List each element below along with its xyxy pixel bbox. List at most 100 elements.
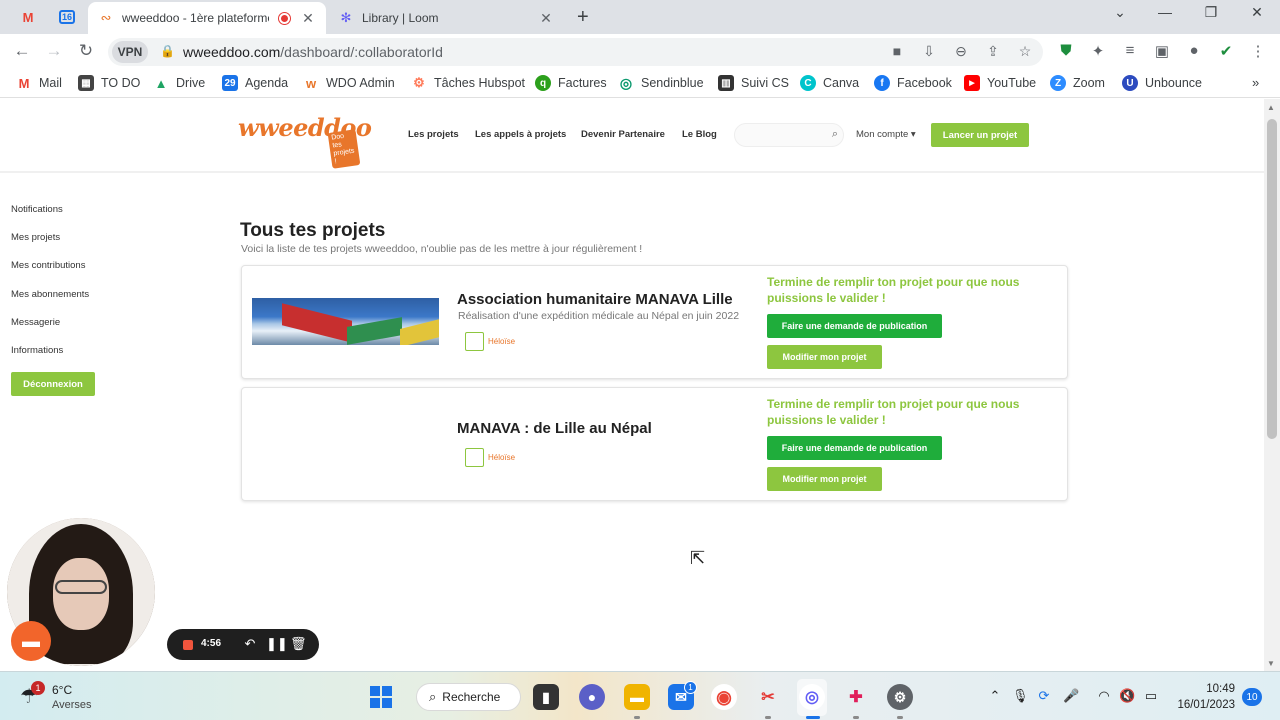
wweeddoo-favicon-icon: ∾	[100, 10, 112, 25]
bookmark-zoom[interactable]: Z Zoom	[1050, 75, 1105, 91]
chrome-profile-icon[interactable]: ◎	[799, 684, 825, 710]
share-icon[interactable]: ⇪	[984, 43, 1002, 60]
bookmark-drive[interactable]: ▲ Drive	[153, 75, 206, 91]
tab-search-icon[interactable]: ⌄	[1108, 4, 1132, 21]
site-header: wweeddoo Doo tes projets ! Les projets L…	[0, 99, 1264, 173]
nav-blog[interactable]: Le Blog	[682, 129, 717, 140]
side-panel-icon[interactable]: ▣	[1152, 42, 1172, 60]
mic-in-use-icon[interactable]: 🎤	[1063, 688, 1079, 704]
sidebar-item-subscriptions[interactable]: Mes abonnements	[11, 289, 89, 300]
nav-become-partner[interactable]: Devenir Partenaire	[581, 129, 665, 140]
back-icon[interactable]: ←	[11, 41, 33, 61]
slack-icon[interactable]: ✚	[843, 684, 869, 710]
bookmark-factures[interactable]: q Factures	[535, 75, 607, 91]
volume-muted-icon[interactable]: 🔇	[1119, 688, 1135, 704]
install-icon[interactable]: ⇩	[920, 43, 938, 60]
microphone-icon[interactable]: 🎙	[1012, 688, 1029, 704]
bookmark-youtube[interactable]: ▶ YouTube	[964, 75, 1036, 91]
task-view-icon[interactable]: ▮	[533, 684, 559, 710]
project-title[interactable]: Association humanitaire MANAVA Lille	[457, 291, 733, 308]
more-bookmarks-icon[interactable]: »	[1252, 75, 1259, 90]
nav-projects[interactable]: Les projets	[408, 129, 459, 140]
account-menu[interactable]: Mon compte ▾	[856, 129, 916, 140]
sidebar-item-contributions[interactable]: Mes contributions	[11, 260, 85, 271]
chat-widget-icon[interactable]: ▬	[11, 621, 51, 661]
new-tab-button[interactable]: +	[577, 6, 589, 29]
sync-icon[interactable]: ⟳	[1036, 688, 1052, 704]
pause-icon[interactable]: ❚❚	[266, 636, 288, 652]
tab-wweeddoo[interactable]: ∾ wweeddoo - 1ère plateforme ✕	[88, 2, 326, 34]
tab-loom[interactable]: ✻ Library | Loom ✕	[328, 2, 564, 34]
bookmark-unbounce[interactable]: U Unbounce	[1122, 75, 1202, 91]
edit-project-button[interactable]: Modifier mon projet	[767, 467, 882, 491]
scroll-up-icon[interactable]: ▲	[1267, 103, 1275, 112]
scroll-thumb[interactable]	[1267, 119, 1277, 439]
logout-button[interactable]: Déconnexion	[11, 372, 95, 396]
edit-project-button[interactable]: Modifier mon projet	[767, 345, 882, 369]
project-title[interactable]: MANAVA : de Lille au Népal	[457, 420, 652, 437]
weather-description[interactable]: Averses	[52, 699, 92, 711]
stop-recording-icon[interactable]	[183, 640, 193, 650]
sidebar-item-information[interactable]: Informations	[11, 345, 63, 356]
restart-icon[interactable]: ↶	[242, 636, 258, 652]
bookmark-mail[interactable]: M Mail	[16, 75, 62, 91]
reload-icon[interactable]: ↻	[75, 41, 97, 61]
site-search-input[interactable]: ⌕	[734, 123, 844, 147]
search-icon[interactable]: ⌕	[832, 128, 838, 141]
gmail-pinned-tab[interactable]: M	[13, 4, 43, 30]
sidebar-item-notifications[interactable]: Notifications	[11, 204, 63, 215]
camera-icon[interactable]: ■	[888, 43, 906, 59]
tray-overflow-icon[interactable]: ⌃	[987, 688, 1003, 704]
adblock-shield-icon[interactable]: ⛊	[1056, 42, 1076, 59]
clock-time[interactable]: 10:49	[1205, 683, 1235, 695]
bookmark-facebook[interactable]: f Facebook	[874, 75, 952, 91]
nav-calls-for-projects[interactable]: Les appels à projets	[475, 129, 566, 140]
minimize-icon[interactable]: —	[1153, 4, 1177, 20]
weather-temperature[interactable]: 6°C	[52, 683, 72, 697]
page-scrollbar[interactable]: ▲ ▼	[1264, 99, 1280, 671]
delete-icon[interactable]: 🗑	[290, 636, 307, 652]
restore-icon[interactable]: ❐	[1199, 4, 1223, 21]
teams-chat-icon[interactable]: ●	[579, 684, 605, 710]
settings-gear-icon[interactable]: ⚙	[887, 684, 913, 710]
lock-icon[interactable]: 🔒	[160, 44, 175, 58]
scroll-down-icon[interactable]: ▼	[1267, 659, 1275, 668]
close-window-icon[interactable]: ✕	[1245, 4, 1269, 21]
clock-date[interactable]: 16/01/2023	[1175, 699, 1235, 711]
bookmark-star-icon[interactable]: ☆	[1016, 43, 1034, 60]
close-tab-icon[interactable]: ✕	[538, 10, 554, 27]
sidebar-item-my-projects[interactable]: Mes projets	[11, 232, 60, 243]
snipping-tool-icon[interactable]: ✂	[755, 684, 781, 710]
security-check-icon[interactable]: ✔	[1216, 42, 1236, 60]
request-publication-button[interactable]: Faire une demande de publication	[767, 436, 942, 460]
close-tab-icon[interactable]: ✕	[300, 10, 316, 27]
reading-list-icon[interactable]: ≡	[1120, 42, 1140, 59]
launch-project-button[interactable]: Lancer un projet	[931, 123, 1029, 147]
address-bar[interactable]: VPN 🔒 wweeddoo.com/dashboard/:collaborat…	[108, 38, 1043, 66]
bookmark-canva[interactable]: C Canva	[800, 75, 859, 91]
notification-center-badge[interactable]: 10	[1242, 688, 1262, 706]
extensions-icon[interactable]: ✦	[1088, 42, 1108, 60]
bookmark-agenda[interactable]: 29 Agenda	[222, 75, 288, 91]
file-explorer-icon[interactable]: ▬	[624, 684, 650, 710]
bookmark-hubspot[interactable]: ⚙ Tâches Hubspot	[411, 75, 525, 91]
request-publication-button[interactable]: Faire une demande de publication	[767, 314, 942, 338]
calendar-pinned-tab[interactable]: 16	[52, 4, 82, 30]
bookmark-sendinblue[interactable]: ◎ Sendinblue	[618, 75, 704, 91]
forward-icon[interactable]: →	[43, 41, 65, 61]
menu-icon[interactable]: ⋮	[1248, 42, 1268, 60]
url-text[interactable]: wweeddoo.com/dashboard/:collaboratorId	[183, 44, 443, 60]
bookmark-wdo-admin[interactable]: w WDO Admin	[303, 75, 395, 91]
windows-start-icon[interactable]	[370, 686, 392, 708]
bookmark-suivi-cs[interactable]: ▥ Suivi CS	[718, 75, 789, 91]
chrome-icon[interactable]: ◉	[711, 684, 737, 710]
profile-icon[interactable]: ●	[1184, 42, 1204, 59]
sidebar-item-messages[interactable]: Messagerie	[11, 317, 60, 328]
battery-icon[interactable]: ▭	[1143, 688, 1159, 704]
vpn-badge[interactable]: VPN	[112, 41, 148, 63]
wifi-icon[interactable]: ◠	[1096, 688, 1112, 704]
zoom-icon[interactable]: ⊖	[952, 43, 970, 60]
bookmark-todo[interactable]: ▦ TO DO	[78, 75, 140, 91]
project-image[interactable]	[252, 298, 439, 345]
taskbar-search[interactable]: ⌕ Recherche	[416, 683, 521, 711]
